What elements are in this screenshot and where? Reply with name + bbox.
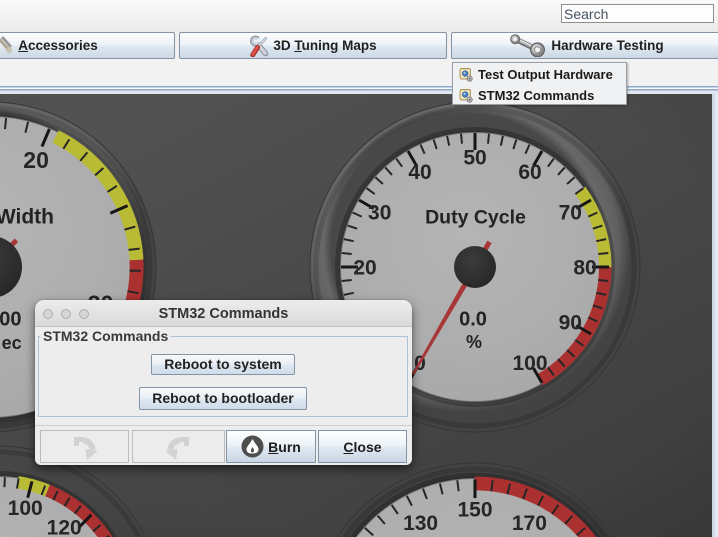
svg-text:20: 20	[23, 147, 49, 173]
svg-text:%: %	[466, 332, 482, 352]
svg-text:120: 120	[47, 517, 82, 537]
svg-text:150: 150	[457, 499, 492, 522]
svg-text:ec: ec	[2, 333, 22, 353]
svg-text:Duty Cycle: Duty Cycle	[425, 207, 526, 229]
svg-text:0.0: 0.0	[459, 308, 487, 330]
svg-text:00: 00	[0, 308, 22, 330]
svg-text:40: 40	[408, 161, 431, 184]
svg-text:20: 20	[353, 257, 376, 280]
svg-text:130: 130	[403, 512, 438, 535]
svg-text:Pulse Width: Pulse Width	[0, 206, 54, 229]
svg-text:100: 100	[8, 497, 43, 520]
svg-text:70: 70	[559, 202, 582, 225]
svg-text:90: 90	[559, 312, 582, 335]
svg-text:30: 30	[368, 202, 391, 225]
svg-text:80: 80	[573, 257, 596, 280]
svg-text:50: 50	[463, 147, 486, 170]
svg-text:170: 170	[512, 512, 547, 535]
svg-text:60: 60	[518, 161, 541, 184]
svg-text:100: 100	[512, 352, 547, 375]
